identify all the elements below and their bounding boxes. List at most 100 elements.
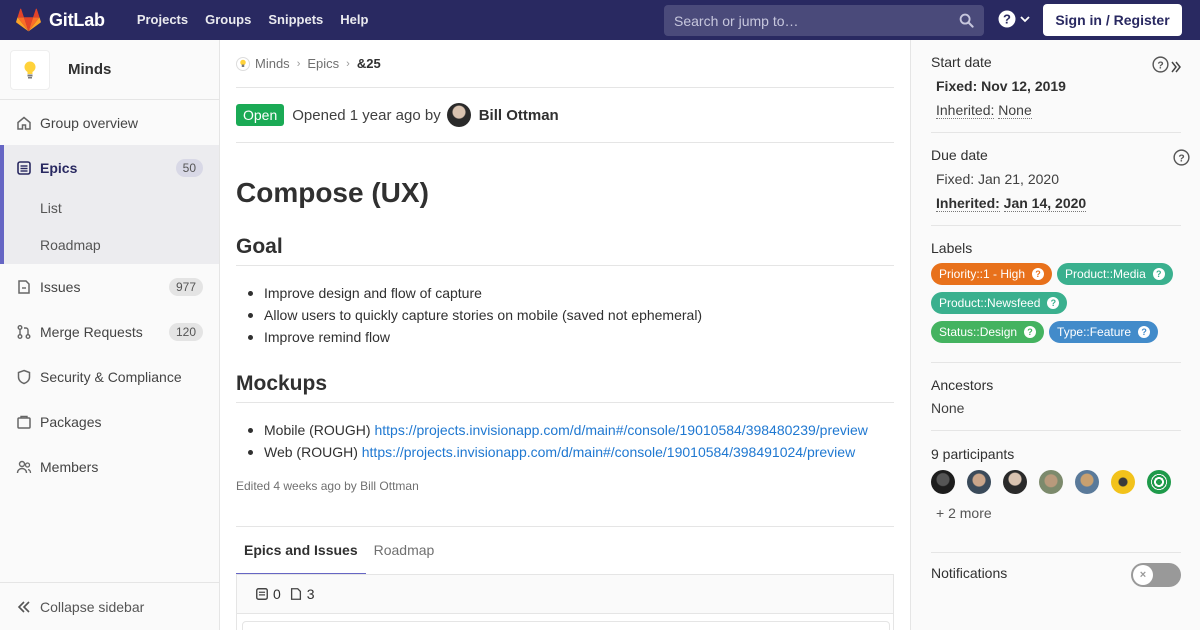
sidebar-item-members[interactable]: Members	[0, 444, 219, 489]
related-items-header: 0 3	[236, 574, 894, 614]
question-circle-icon: ?	[998, 10, 1016, 28]
due-date-fixed[interactable]: Fixed: Jan 21, 2020	[936, 171, 1181, 187]
sidebar-item-label: Issues	[40, 278, 81, 295]
sidebar-item-label: Group overview	[40, 114, 139, 131]
sidebar-item-label: Security & Compliance	[40, 368, 182, 385]
label-status-design[interactable]: Status::Design?	[931, 321, 1045, 343]
label-text: Type::Feature	[1057, 325, 1132, 339]
help-dropdown[interactable]: ?	[998, 10, 1031, 28]
breadcrumb-group[interactable]: Minds	[255, 56, 290, 71]
breadcrumb: Minds › Epics › &25	[236, 40, 894, 88]
start-date-inherited[interactable]: Inherited: None	[936, 102, 1181, 119]
ancestors-value: None	[931, 400, 965, 416]
labels-list: Priority::1 - High? Product::Media? Prod…	[931, 263, 1181, 343]
nav-link-snippets[interactable]: Snippets	[260, 0, 331, 40]
sidebar-subitem-list[interactable]: List	[4, 190, 219, 227]
start-date-title: Start date	[931, 54, 992, 70]
list-item: Mobile (ROUGH) https://projects.invision…	[236, 419, 894, 441]
author-name[interactable]: Bill Ottman	[479, 107, 559, 124]
collapse-right-sidebar-icon[interactable]	[1171, 60, 1181, 76]
collapse-sidebar-button[interactable]: Collapse sidebar	[0, 582, 219, 630]
group-avatar	[10, 49, 50, 90]
author-avatar[interactable]	[446, 103, 471, 127]
nav-link-groups[interactable]: Groups	[197, 0, 259, 40]
collapse-sidebar-label: Collapse sidebar	[40, 598, 145, 615]
group-avatar-small	[236, 56, 250, 71]
avatar[interactable]	[1003, 470, 1027, 494]
label-text: Priority::1 - High	[939, 267, 1026, 281]
epic-icon	[256, 588, 268, 600]
label-product-media[interactable]: Product::Media?	[1057, 263, 1173, 285]
question-icon: ?	[1047, 297, 1060, 309]
search-box	[664, 5, 984, 36]
breadcrumb-chevron-icon: ›	[296, 57, 301, 70]
nav-link-projects[interactable]: Projects	[129, 0, 196, 40]
merge-requests-count-badge: 120	[168, 322, 203, 341]
inherited-label: Inherited:	[936, 195, 1000, 212]
sidebar-item-group-overview[interactable]: Group overview	[0, 100, 219, 145]
issues-count-badge: 977	[168, 277, 203, 296]
tab-roadmap[interactable]: Roadmap	[366, 527, 443, 575]
left-sidebar: Minds Group overview Epics 50 List Roadm…	[0, 40, 220, 630]
start-date-fixed: Fixed: Nov 12, 2019	[936, 78, 1181, 94]
avatar[interactable]	[1039, 470, 1063, 494]
help-icon[interactable]: ?	[1173, 149, 1190, 166]
due-date-block: Due date ? Fixed: Jan 21, 2020 Inherited…	[931, 147, 1190, 226]
fixed-value: Jan 21, 2020	[978, 171, 1059, 187]
question-icon: ?	[1138, 326, 1151, 338]
labels-block: Labels Priority::1 - High? Product::Medi…	[931, 240, 1181, 363]
issue-count: 3	[306, 586, 315, 602]
fixed-label: Fixed:	[936, 78, 978, 94]
label-text: Product::Media	[1065, 267, 1146, 281]
tree-row[interactable]	[242, 621, 890, 630]
breadcrumb-epics[interactable]: Epics	[307, 56, 339, 71]
label-product-newsfeed[interactable]: Product::Newsfeed?	[931, 292, 1068, 314]
nav-link-help[interactable]: Help	[332, 0, 376, 40]
gitlab-logo[interactable]: GitLab	[16, 0, 105, 40]
sign-in-button[interactable]: Sign in / Register	[1043, 4, 1182, 36]
sidebar-subitem-roadmap[interactable]: Roadmap	[4, 227, 219, 264]
svg-text:?: ?	[1178, 153, 1184, 164]
label-priority-high[interactable]: Priority::1 - High?	[931, 263, 1053, 285]
shield-icon	[17, 369, 31, 384]
breadcrumb-current[interactable]: &25	[357, 56, 381, 71]
avatar[interactable]	[967, 470, 991, 494]
label-text: Status::Design	[939, 325, 1018, 339]
search-input[interactable]	[664, 12, 944, 29]
group-header[interactable]: Minds	[0, 40, 219, 100]
sidebar-item-epics[interactable]: Epics 50	[0, 145, 219, 190]
participants-list	[931, 470, 1181, 494]
inherited-value: None	[998, 102, 1032, 119]
sidebar-item-merge-requests[interactable]: Merge Requests 120	[0, 309, 219, 354]
participants-more[interactable]: + 2 more	[936, 505, 1181, 521]
tanuki-logo-icon	[16, 8, 41, 32]
svg-text:?: ?	[1157, 60, 1163, 71]
sidebar-item-security[interactable]: Security & Compliance	[0, 354, 219, 399]
sidebar-item-packages[interactable]: Packages	[0, 399, 219, 444]
epic-header: Open Opened 1 year ago by Bill Ottman	[236, 88, 894, 143]
inherited-label: Inherited:	[936, 102, 995, 119]
mockup-label: Mobile (ROUGH)	[264, 422, 371, 438]
avatar[interactable]	[1147, 470, 1171, 494]
label-type-feature[interactable]: Type::Feature?	[1049, 321, 1159, 343]
help-icon[interactable]: ?	[1152, 56, 1169, 73]
goal-heading: Goal	[236, 235, 894, 266]
avatar[interactable]	[1075, 470, 1099, 494]
participants-block: 9 participants + 2 more	[931, 446, 1181, 553]
question-icon: ?	[1032, 268, 1045, 280]
close-icon: ×	[1133, 565, 1153, 585]
avatar[interactable]	[931, 470, 955, 494]
sidebar-item-label: Epics	[40, 159, 78, 176]
avatar[interactable]	[1111, 470, 1135, 494]
mockup-link-mobile[interactable]: https://projects.invisionapp.com/d/main#…	[374, 422, 867, 438]
mockup-link-web[interactable]: https://projects.invisionapp.com/d/main#…	[362, 444, 855, 460]
ancestors-title: Ancestors	[931, 377, 994, 393]
notifications-toggle[interactable]: ×	[1131, 563, 1181, 587]
tab-epics-and-issues[interactable]: Epics and Issues	[236, 527, 366, 575]
right-sidebar: Start date ? Fixed: Nov 12, 2019 Inherit…	[910, 40, 1200, 630]
fixed-value: Nov 12, 2019	[981, 78, 1066, 94]
mockup-label: Web (ROUGH)	[264, 444, 358, 460]
participants-title: 9 participants	[931, 446, 1015, 462]
sidebar-item-issues[interactable]: Issues 977	[0, 264, 219, 309]
epic-title: Compose (UX)	[236, 177, 429, 208]
